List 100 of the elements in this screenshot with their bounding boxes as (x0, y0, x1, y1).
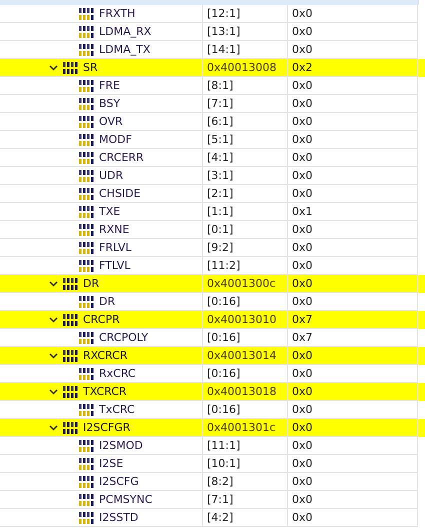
binary-icon (79, 242, 94, 254)
field-value: 0x1 (292, 204, 313, 218)
field-name: DR (99, 294, 116, 308)
field-name: TxCRC (99, 402, 135, 416)
register-name: CRCPR (83, 312, 120, 326)
bit-range: [7:1] (207, 96, 234, 110)
binary-icon (79, 224, 94, 236)
binary-icon (79, 368, 94, 380)
binary-icon (79, 260, 94, 272)
bit-range: [4:1] (207, 150, 234, 164)
field-name: FTLVL (99, 258, 130, 272)
field-name: FRLVL (99, 240, 132, 254)
binary-icon (79, 206, 94, 218)
field-value: 0x0 (292, 222, 313, 236)
bit-range: [7:1] (207, 492, 234, 506)
binary-icon (79, 296, 94, 308)
bit-range: [0:16] (207, 402, 240, 416)
field-value: 0x0 (292, 456, 313, 470)
register-address: 0x40013008 (207, 60, 276, 74)
field-name: OVR (99, 114, 123, 128)
bit-range: [4:2] (207, 510, 234, 524)
binary-icon (79, 44, 94, 56)
register-name: I2SCFGR (83, 420, 130, 434)
field-value: 0x0 (292, 492, 313, 506)
register-address: 0x40013010 (207, 312, 276, 326)
field-value: 0x0 (292, 78, 313, 92)
field-name: CRCERR (99, 150, 144, 164)
bit-range: [11:1] (207, 438, 240, 452)
register-name: TXCRCR (83, 384, 127, 398)
field-name: RxCRC (99, 366, 136, 380)
field-name: BSY (99, 96, 120, 110)
bit-range: [12:1] (207, 6, 240, 20)
bit-range: [8:1] (207, 78, 234, 92)
binary-icon (79, 404, 94, 416)
binary-icon (63, 62, 78, 74)
field-value: 0x0 (292, 132, 313, 146)
field-value: 0x0 (292, 438, 313, 452)
binary-icon (79, 134, 94, 146)
register-value: 0x0 (292, 384, 313, 398)
field-name: LDMA_RX (99, 24, 152, 38)
field-value: 0x0 (292, 168, 313, 182)
bit-range: [0:1] (207, 222, 234, 236)
field-value: 0x0 (292, 150, 313, 164)
bit-range: [11:2] (207, 258, 240, 272)
binary-icon (79, 152, 94, 164)
register-value: 0x0 (292, 348, 313, 362)
binary-icon (79, 458, 94, 470)
field-name: TXE (99, 204, 120, 218)
register-name: RXCRCR (83, 348, 128, 362)
field-value: 0x0 (292, 96, 313, 110)
field-value: 0x0 (292, 186, 313, 200)
field-value: 0x0 (292, 258, 313, 272)
bit-range: [10:1] (207, 456, 240, 470)
binary-icon (79, 170, 94, 182)
bit-range: [0:16] (207, 366, 240, 380)
bit-range: [3:1] (207, 168, 234, 182)
binary-icon (79, 188, 94, 200)
field-value: 0x0 (292, 114, 313, 128)
binary-icon (79, 440, 94, 452)
bit-range: [1:1] (207, 204, 234, 218)
field-name: I2SSTD (99, 510, 138, 524)
field-name: I2SMOD (99, 438, 143, 452)
binary-icon (63, 314, 78, 326)
bit-range: [8:2] (207, 474, 234, 488)
register-address: 0x4001301c (207, 420, 276, 434)
field-value: 0x0 (292, 42, 313, 56)
register-address: 0x4001300c (207, 276, 276, 290)
field-value: 0x0 (292, 474, 313, 488)
field-name: PCMSYNC (99, 492, 152, 506)
field-name: FRE (99, 78, 120, 92)
field-value: 0x0 (292, 366, 313, 380)
field-value: 0x0 (292, 6, 313, 20)
field-name: MODF (99, 132, 132, 146)
register-value: 0x0 (292, 420, 313, 434)
bit-range: [13:1] (207, 24, 240, 38)
field-value: 0x7 (292, 330, 313, 344)
binary-icon (63, 422, 78, 434)
field-value: 0x0 (292, 24, 313, 38)
binary-icon (79, 80, 94, 92)
binary-icon (79, 8, 94, 20)
field-value: 0x0 (292, 240, 313, 254)
field-value: 0x0 (292, 294, 313, 308)
field-name: CRCPOLY (99, 330, 148, 344)
bit-range: [6:1] (207, 114, 234, 128)
binary-icon (79, 98, 94, 110)
binary-icon (79, 332, 94, 344)
field-name: RXNE (99, 222, 130, 236)
bit-range: [9:2] (207, 240, 234, 254)
binary-icon (63, 350, 78, 362)
binary-icon (79, 494, 94, 506)
register-name: SR (83, 60, 98, 74)
bit-range: [2:1] (207, 186, 234, 200)
binary-icon (79, 512, 94, 524)
field-name: CHSIDE (99, 186, 141, 200)
binary-icon (79, 26, 94, 38)
binary-icon (79, 116, 94, 128)
bit-range: [14:1] (207, 42, 240, 56)
register-value: 0x2 (292, 60, 313, 74)
field-name: FRXTH (99, 6, 136, 20)
register-address: 0x40013014 (207, 348, 276, 362)
